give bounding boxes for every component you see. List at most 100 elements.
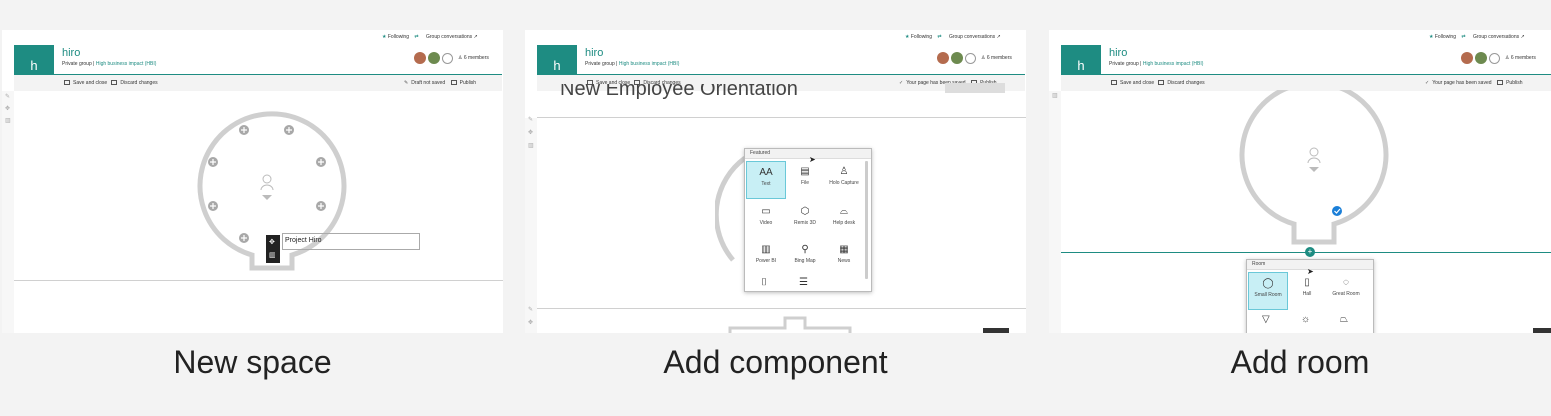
save-close-button[interactable]: Save and close [1120, 80, 1154, 86]
more-component-icon[interactable]: ⌷ [761, 277, 767, 288]
sync-icon[interactable]: ⇄ [414, 34, 418, 40]
members-label: 6 members [463, 55, 489, 61]
classification-label[interactable]: High business impact (HBI) [619, 61, 680, 67]
group-conversations-link[interactable]: Group conversations [426, 34, 472, 40]
label-input[interactable]: Project Hiro [282, 233, 420, 250]
member-avatars[interactable]: ♙ 6 members [937, 52, 1012, 64]
external-link-icon[interactable]: ↗ [997, 34, 1001, 40]
delete-icon[interactable]: ▥ [1052, 93, 1058, 99]
members-label: 6 members [1510, 55, 1536, 61]
publish-button[interactable]: Publish [1506, 80, 1522, 86]
meta-separator: | [616, 61, 618, 67]
component-help-desk[interactable]: ⌓ Help desk [824, 201, 864, 239]
avatar[interactable] [1475, 52, 1487, 64]
component-label: File [800, 180, 810, 186]
move-icon[interactable]: ✥ [528, 320, 534, 326]
group-conversations-link[interactable]: Group conversations [949, 34, 995, 40]
component-label: Video [759, 220, 773, 226]
caption-add-component: Add component [663, 344, 888, 380]
edit-icon[interactable]: ✎ [528, 117, 534, 123]
small-room-icon: ◯ [1262, 278, 1274, 289]
discard-button[interactable]: Discard changes [1167, 80, 1204, 86]
avatar[interactable] [937, 52, 949, 64]
star-icon[interactable]: ★ [905, 34, 909, 40]
publish-button[interactable]: Publish [460, 80, 476, 86]
delete-icon[interactable]: ▥ [528, 143, 534, 149]
list-component-icon[interactable]: ☰ [799, 277, 808, 288]
following-link[interactable]: Following [388, 34, 409, 40]
star-icon[interactable]: ★ [382, 34, 386, 40]
picker-grid: AA Text ▤ File ♙ Holo Capture ▭ Video ⬡ … [745, 159, 871, 291]
classification-label[interactable]: High business impact (HBI) [1143, 61, 1204, 67]
publish-icon [450, 80, 457, 85]
component-text[interactable]: AA Text [746, 161, 786, 199]
avatar[interactable] [414, 52, 426, 64]
site-name[interactable]: hiro [62, 47, 80, 59]
external-link-icon[interactable]: ↗ [1521, 34, 1525, 40]
members-count[interactable]: ♙ 6 members [458, 55, 489, 61]
members-count[interactable]: ♙ 6 members [981, 55, 1012, 61]
members-count[interactable]: ♙ 6 members [1505, 55, 1536, 61]
avatar-placeholder-icon[interactable] [965, 52, 976, 64]
component-remix-3d[interactable]: ⬡ Remix 3D [785, 201, 825, 239]
avatar[interactable] [428, 52, 440, 64]
move-icon[interactable]: ✥ [5, 106, 11, 112]
edit-icon[interactable]: ✎ [5, 94, 11, 100]
section-divider [537, 117, 1026, 118]
power-bi-icon: ▥ [761, 244, 771, 255]
following-link[interactable]: Following [911, 34, 932, 40]
move-icon[interactable]: ✥ [269, 238, 275, 246]
component-video[interactable]: ▭ Video [746, 201, 786, 239]
classification-label[interactable]: High business impact (HBI) [96, 61, 157, 67]
save-close-button[interactable]: Save and close [73, 80, 107, 86]
command-left: Save and close Discard changes [1111, 80, 1205, 86]
bing-map-icon: ⚲ [801, 244, 809, 255]
component-bing-map[interactable]: ⚲ Bing Map [785, 239, 825, 277]
avatar-placeholder-icon[interactable] [442, 52, 453, 64]
member-avatars[interactable]: ♙ 6 members [1461, 52, 1536, 64]
cone-room-icon[interactable]: ▽ [1262, 314, 1270, 325]
picker-grid: ◯ Small Room ▯ Hall ◌ Great Room ▽ ☼ ⏢ [1247, 270, 1373, 333]
delete-icon[interactable]: ▥ [5, 118, 11, 124]
discard-button[interactable]: Discard changes [120, 80, 157, 86]
room-label: Hall [1302, 291, 1312, 297]
room-floorplan[interactable] [1239, 90, 1389, 250]
picker-scrollbar[interactable] [865, 161, 868, 279]
floating-button[interactable] [1533, 328, 1551, 333]
news-icon: ▦ [839, 244, 849, 255]
external-link-icon[interactable]: ↗ [474, 34, 478, 40]
stage-room-icon[interactable]: ⏢ [1340, 314, 1348, 325]
component-news[interactable]: ▦ News [824, 239, 864, 277]
spawn-point-icon [1307, 147, 1321, 172]
component-power-bi[interactable]: ▥ Power BI [746, 239, 786, 277]
privacy-label: Private group [1109, 61, 1139, 67]
floating-button[interactable] [983, 328, 1009, 333]
component-label: Help desk [832, 220, 856, 226]
panel-new-space: ★ Following ⇄ Group conversations ↗ h hi… [2, 30, 503, 333]
room-great-room[interactable]: ◌ Great Room [1326, 272, 1366, 310]
site-name[interactable]: hiro [1109, 47, 1127, 59]
outdoor-room-icon[interactable]: ☼ [1301, 314, 1310, 325]
avatar[interactable] [1461, 52, 1473, 64]
sync-icon[interactable]: ⇄ [937, 34, 941, 40]
site-name[interactable]: hiro [585, 47, 603, 59]
room-small-room[interactable]: ◯ Small Room [1248, 272, 1288, 310]
avatar[interactable] [951, 52, 963, 64]
room-hall[interactable]: ▯ Hall [1287, 272, 1327, 310]
room-floorplan-below[interactable] [725, 314, 855, 333]
move-icon[interactable]: ✥ [528, 130, 534, 136]
delete-icon[interactable]: ▥ [269, 251, 276, 259]
star-icon[interactable]: ★ [1429, 34, 1433, 40]
following-link[interactable]: Following [1435, 34, 1456, 40]
component-file[interactable]: ▤ File [785, 161, 825, 199]
group-conversations-link[interactable]: Group conversations [1473, 34, 1519, 40]
sync-icon[interactable]: ⇄ [1461, 34, 1465, 40]
edit-icon[interactable]: ✎ [528, 307, 534, 313]
member-avatars[interactable]: ♙ 6 members [414, 52, 489, 64]
component-holo-capture[interactable]: ♙ Holo Capture [824, 161, 864, 199]
panel-add-room: ★ Following ⇄ Group conversations ↗ h hi… [1049, 30, 1551, 333]
add-room-button[interactable]: + [1305, 247, 1315, 257]
avatar-placeholder-icon[interactable] [1489, 52, 1500, 64]
pencil-icon: ✎ [404, 80, 409, 86]
save-icon [1111, 80, 1117, 85]
